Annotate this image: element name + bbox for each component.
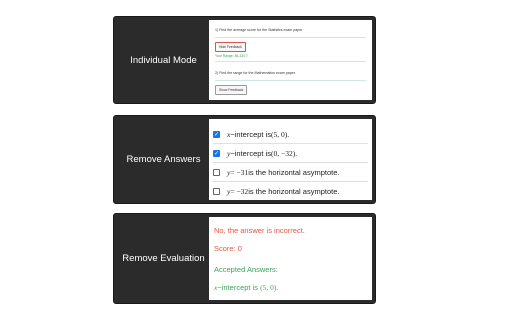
- preview-panel: 1) Find the average score for the Statis…: [209, 20, 372, 100]
- card-label: Individual Mode: [130, 54, 197, 66]
- remove-evaluation-card: Remove Evaluation No, the answer is inco…: [113, 213, 376, 304]
- answer-option[interactable]: ✓ x −intercept is (5, 0).: [213, 125, 368, 144]
- remove-answers-card: Remove Answers ✓ x −intercept is (5, 0).…: [113, 115, 376, 204]
- divider: [215, 37, 366, 38]
- answer-text: −intercept is: [217, 283, 261, 292]
- math-expression: (5, 0).: [260, 283, 279, 292]
- individual-mode-card: Individual Mode 1) Find the average scor…: [113, 16, 376, 104]
- feedback-text: Your Range: 86.324 T: [215, 54, 248, 58]
- answer-option[interactable]: y = −32 is the horizontal asymptote.: [213, 182, 368, 201]
- answers-panel: ✓ x −intercept is (5, 0). ✓ y −intercept…: [209, 119, 372, 200]
- math-expression: (5, 0).: [271, 129, 290, 139]
- option-text: −intercept is: [230, 129, 271, 139]
- math-expression: = −32: [230, 187, 249, 196]
- hide-feedback-button[interactable]: Hide Feedback: [215, 42, 246, 52]
- question-1-text: 1) Find the average score for the Statis…: [215, 28, 304, 32]
- checkbox-checked[interactable]: ✓: [213, 130, 220, 138]
- option-text: is the horizontal asymptote.: [248, 167, 340, 177]
- answer-option[interactable]: ✓ y −intercept is (0, −32).: [213, 144, 368, 163]
- answer-option[interactable]: y = −31 is the horizontal asymptote.: [213, 163, 368, 182]
- incorrect-message: No, the answer is incorrect.: [214, 226, 305, 235]
- show-feedback-button[interactable]: Show Feedback: [215, 85, 248, 95]
- checkbox-checked[interactable]: ✓: [213, 149, 220, 157]
- evaluation-panel: No, the answer is incorrect. Score: 0 Ac…: [209, 217, 372, 300]
- divider: [215, 80, 366, 81]
- card-label: Remove Answers: [126, 154, 201, 165]
- divider: [215, 61, 366, 62]
- option-text: −intercept is: [230, 148, 271, 158]
- checkbox-unchecked[interactable]: [213, 168, 220, 176]
- accepted-answer: x−intercept is (5, 0).: [214, 283, 367, 292]
- checkbox-unchecked[interactable]: [213, 188, 220, 195]
- math-expression: = −31: [230, 167, 249, 177]
- score-text: Score: 0: [214, 244, 242, 253]
- accepted-answers-label: Accepted Answers:: [214, 265, 278, 274]
- card-label: Remove Evaluation: [122, 253, 205, 264]
- question-2-text: 2) Find the range for the Mathematics ex…: [215, 71, 296, 75]
- math-expression: (0, −32).: [271, 148, 298, 158]
- option-text: is the horizontal asymptote.: [248, 187, 340, 196]
